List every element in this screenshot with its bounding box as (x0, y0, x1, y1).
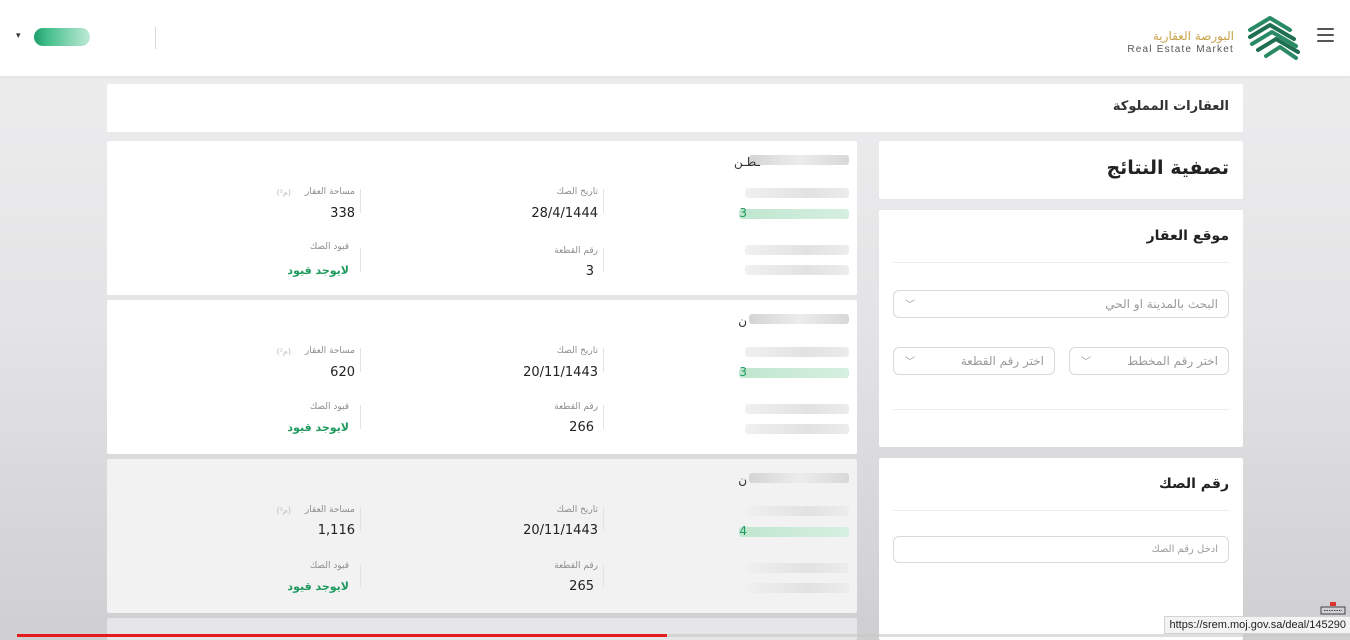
property-name-blurred (749, 314, 849, 324)
parcel-no-value: 265 (569, 579, 594, 594)
top-header: البورصة العقارية Real Estate Market ▾ (0, 0, 1350, 76)
property-name-blurred (749, 155, 849, 165)
deed-title: رقم الصك (1159, 476, 1229, 492)
blurred-text (745, 424, 849, 434)
area-unit: (م²) (276, 188, 291, 197)
blurred-text (745, 245, 849, 255)
parcel-no-value: 3 (585, 264, 594, 279)
parcel-number-select[interactable]: اختر رقم القطعة ﹀ (893, 347, 1055, 375)
deed-date-value: 28/4/1444 (531, 206, 598, 221)
divider (893, 262, 1229, 263)
divider (603, 248, 604, 272)
property-id-blurred (739, 368, 849, 378)
divider (893, 510, 1229, 511)
restrictions-label: قيود الصك (309, 242, 349, 252)
parcel-no-label: رقم القطعة (554, 246, 598, 256)
deed-date-label: تاريخ الصك (556, 505, 598, 515)
divider (603, 348, 604, 372)
status-url-tooltip: https://srem.moj.gov.sa/deal/145290 (1164, 616, 1350, 634)
blurred-text (745, 404, 849, 414)
property-name: ـطـن (733, 155, 760, 169)
divider (360, 564, 361, 588)
deed-date-value: 20/11/1443 (523, 523, 598, 538)
user-menu-button[interactable] (34, 28, 90, 46)
restrictions-value: لايوجد قيود (287, 580, 349, 593)
divider (360, 348, 361, 372)
blurred-text (745, 563, 849, 573)
city-search-placeholder: البحث بالمدينة او الحي (1105, 297, 1218, 311)
divider (360, 507, 361, 531)
location-filter-panel: موقع العقار البحث بالمدينة او الحي ﹀ اخت… (879, 210, 1243, 447)
deed-date-label: تاريخ الصك (556, 346, 598, 356)
restrictions-value: لايوجد قيود (287, 421, 349, 434)
header-divider (155, 27, 156, 49)
deed-number-placeholder: ادخل رقم الصك (1151, 544, 1218, 555)
divider (893, 409, 1229, 410)
restrictions-value: لايوجد قيود (287, 264, 349, 277)
property-card[interactable]: ن 4 تاريخ الصك 20/11/1443 رقم القطعة 265… (107, 459, 857, 613)
blurred-text (745, 188, 849, 198)
property-id: 3 (739, 365, 747, 379)
location-title: موقع العقار (1146, 228, 1229, 244)
filter-title: تصفية النتائج (1106, 157, 1229, 179)
deed-date-value: 20/11/1443 (523, 365, 598, 380)
property-id-blurred (739, 527, 849, 537)
blurred-text (745, 347, 849, 357)
blurred-text (745, 583, 849, 593)
area-label: مساحة العقار (304, 187, 355, 197)
keyboard-icon[interactable] (1320, 601, 1346, 615)
page-title-bar: العقارات المملوكة (107, 84, 1243, 132)
video-progress-track[interactable] (667, 634, 1350, 637)
divider (603, 405, 604, 429)
divider (360, 405, 361, 429)
property-name: ن (738, 314, 747, 328)
brand-name-ar: البورصة العقارية (1152, 29, 1234, 43)
brand-logo[interactable]: البورصة العقارية Real Estate Market (1127, 29, 1234, 55)
chevron-down-icon: ﹀ (1081, 357, 1091, 368)
deed-number-input[interactable]: ادخل رقم الصك (893, 536, 1229, 563)
divider (603, 507, 604, 531)
logo-icon[interactable] (1244, 12, 1302, 62)
blurred-text (745, 506, 849, 516)
city-search-select[interactable]: البحث بالمدينة او الحي ﹀ (893, 290, 1229, 318)
page-title: العقارات المملوكة (1112, 99, 1229, 114)
blurred-text (745, 265, 849, 275)
property-name: ن (738, 473, 747, 487)
hamburger-icon[interactable] (1317, 28, 1334, 42)
chevron-down-icon: ﹀ (905, 357, 915, 368)
parcel-number-placeholder: اختر رقم القطعة (960, 354, 1044, 368)
restrictions-label: قيود الصك (309, 561, 349, 571)
filter-header-panel: تصفية النتائج (879, 141, 1243, 199)
parcel-no-value: 266 (569, 420, 594, 435)
brand-name-en: Real Estate Market (1127, 44, 1234, 55)
plan-number-select[interactable]: اختر رقم المخطط ﹀ (1069, 347, 1229, 375)
deed-filter-panel: رقم الصك ادخل رقم الصك (879, 458, 1243, 640)
area-unit: (م²) (276, 506, 291, 515)
area-value: 620 (330, 365, 355, 380)
video-progress-bar[interactable] (17, 634, 667, 637)
property-id: 3 (739, 206, 747, 220)
restrictions-label: قيود الصك (309, 402, 349, 412)
area-value: 338 (330, 206, 355, 221)
property-id-blurred (739, 209, 849, 219)
parcel-no-label: رقم القطعة (554, 561, 598, 571)
area-unit: (م²) (276, 347, 291, 356)
area-value: 1,116 (317, 523, 355, 538)
divider (603, 189, 604, 213)
chevron-down-icon: ﹀ (905, 300, 915, 311)
plan-number-placeholder: اختر رقم المخطط (1126, 354, 1218, 368)
divider (360, 189, 361, 213)
deed-date-label: تاريخ الصك (556, 187, 598, 197)
property-name-blurred (749, 473, 849, 483)
property-id: 4 (739, 524, 747, 538)
property-card[interactable]: ن 3 تاريخ الصك 20/11/1443 رقم القطعة 266… (107, 300, 857, 454)
property-card[interactable]: ـطـن 3 تاريخ الصك 28/4/1444 رقم القطعة 3… (107, 141, 857, 295)
parcel-no-label: رقم القطعة (554, 402, 598, 412)
divider (360, 248, 361, 272)
chevron-down-icon[interactable]: ▾ (16, 31, 21, 41)
area-label: مساحة العقار (304, 505, 355, 515)
divider (603, 564, 604, 588)
area-label: مساحة العقار (304, 346, 355, 356)
